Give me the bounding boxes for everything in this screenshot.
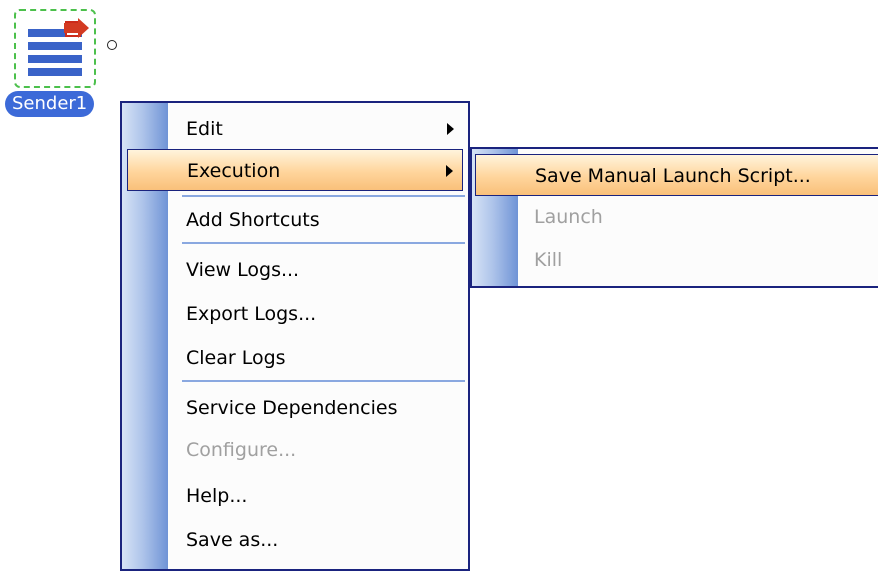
menu-item-edit[interactable]: Edit <box>122 108 468 150</box>
execution-submenu: Save Manual Launch Script... Launch Kill <box>470 147 878 288</box>
context-menu: Edit Execution Add Shortcuts View Logs..… <box>120 101 470 571</box>
node-label: Sender1 <box>5 91 95 117</box>
menu-item-export-logs[interactable]: Export Logs... <box>122 293 468 335</box>
menu-item-save-manual-launch-script[interactable]: Save Manual Launch Script... <box>475 154 878 196</box>
menu-item-view-logs[interactable]: View Logs... <box>122 249 468 291</box>
sender-node[interactable] <box>14 9 96 88</box>
menu-item-execution[interactable]: Execution <box>127 149 463 191</box>
menu-item-label: Help... <box>186 485 248 507</box>
menu-item-label: Kill <box>534 249 563 271</box>
sender-icon <box>28 18 89 76</box>
menu-item-launch: Launch <box>472 196 878 238</box>
menu-item-label: Service Dependencies <box>186 397 398 419</box>
menu-separator <box>182 195 465 197</box>
menu-item-label: View Logs... <box>186 259 300 281</box>
menu-item-configure: Configure... <box>122 429 468 471</box>
menu-separator <box>182 242 465 244</box>
menu-item-save-as[interactable]: Save as... <box>122 519 468 561</box>
menu-item-add-shortcuts[interactable]: Add Shortcuts <box>122 199 468 241</box>
menu-item-kill: Kill <box>472 239 878 281</box>
menu-item-label: Launch <box>534 206 603 228</box>
menu-item-label: Clear Logs <box>186 347 286 369</box>
menu-separator <box>182 380 465 382</box>
menu-item-label: Export Logs... <box>186 303 317 325</box>
submenu-arrow-icon <box>446 165 453 177</box>
menu-item-label: Save as... <box>186 529 279 551</box>
menu-item-help[interactable]: Help... <box>122 475 468 517</box>
menu-item-service-dependencies[interactable]: Service Dependencies <box>122 387 468 429</box>
menu-item-label: Edit <box>186 118 223 140</box>
menu-item-label: Add Shortcuts <box>186 209 320 231</box>
connection-port[interactable] <box>107 40 117 50</box>
submenu-arrow-icon <box>447 123 454 135</box>
menu-item-clear-logs[interactable]: Clear Logs <box>122 337 468 379</box>
menu-item-label: Configure... <box>186 439 297 461</box>
menu-item-label: Save Manual Launch Script... <box>535 165 811 187</box>
menu-item-label: Execution <box>187 160 281 182</box>
